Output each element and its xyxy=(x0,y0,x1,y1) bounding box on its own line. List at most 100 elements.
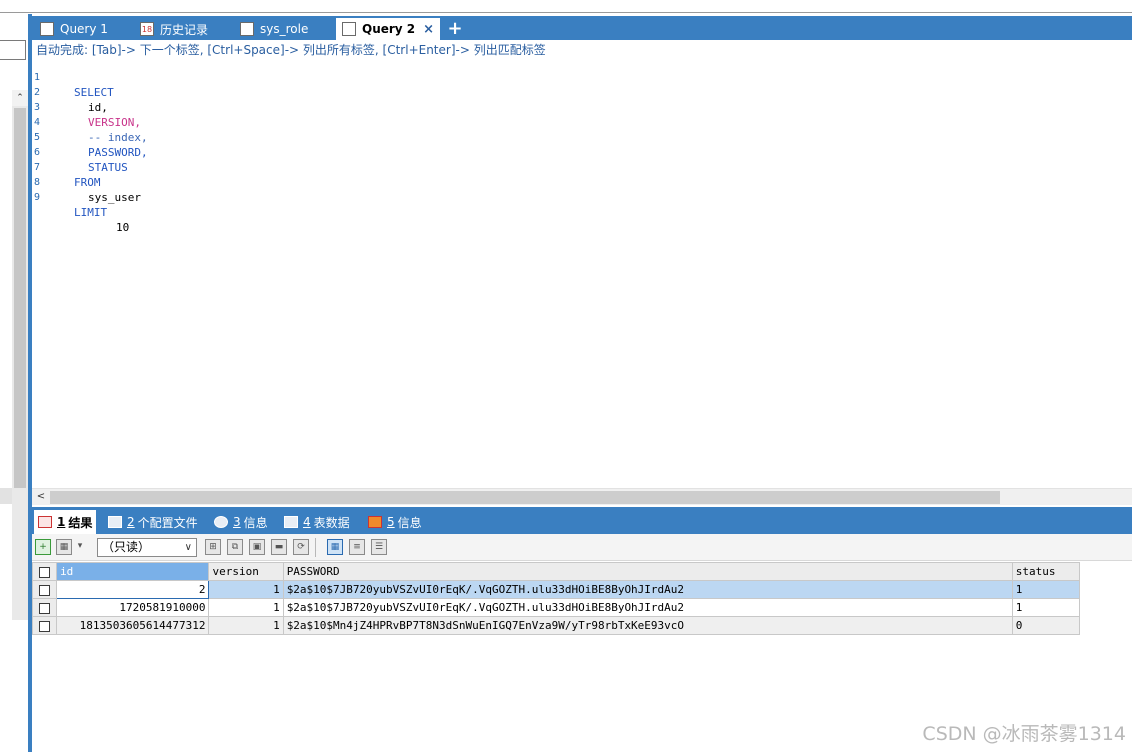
column-header-version[interactable]: version xyxy=(208,562,284,581)
cell-version[interactable]: 1 xyxy=(208,580,284,599)
code-line: 5 PASSWORD, xyxy=(32,115,148,159)
mode-select-value: （只读） xyxy=(102,540,151,554)
tab-query-2[interactable]: Query 2 × xyxy=(336,18,440,40)
code-line: 4 -- index, xyxy=(32,100,148,144)
chevron-down-icon[interactable]: ▾ xyxy=(74,539,86,555)
code-text: 10 xyxy=(116,221,130,234)
tab-number: 4 xyxy=(303,515,311,529)
duplicate-row-icon[interactable]: ⧉ xyxy=(227,539,243,555)
calendar-icon: 18 xyxy=(140,22,154,36)
top-divider xyxy=(0,12,1132,13)
code-line: 8 sys_user xyxy=(32,160,141,204)
tab-history[interactable]: 18 历史记录 xyxy=(134,18,234,40)
tab-info[interactable]: 3 信息 xyxy=(210,510,272,534)
text-view-icon[interactable]: ☰ xyxy=(371,539,387,555)
tab-number: 2 xyxy=(127,515,135,529)
add-row-icon[interactable]: + xyxy=(35,539,51,555)
cell-password[interactable]: $2a$10$Mn4jZ4HPRvBP7T8N3dSnWuEnIGQ7EnVza… xyxy=(282,616,1013,635)
tab-label: 历史记录 xyxy=(160,22,209,37)
tab-sys-role[interactable]: sys_role xyxy=(234,18,334,40)
editor-horizontal-scrollbar[interactable]: < xyxy=(32,488,1132,505)
tab-number: 1 xyxy=(57,515,66,529)
tab-info-2[interactable]: 5 信息 xyxy=(364,510,426,534)
grid-icon xyxy=(38,516,52,528)
mode-select[interactable]: （只读） ∨ xyxy=(97,538,197,557)
code-line: 1 SELECT xyxy=(32,55,114,99)
code-text: VERSION, xyxy=(88,116,141,129)
column-header-status[interactable]: status xyxy=(1011,562,1081,581)
cell-id[interactable]: 1720581910000 xyxy=(56,598,210,617)
select-all-checkbox[interactable] xyxy=(31,562,58,581)
insert-row-icon[interactable]: ⊞ xyxy=(205,539,221,555)
query-icon xyxy=(342,22,356,36)
object-filter-input[interactable] xyxy=(0,40,26,60)
result-toolbar: + ▦ ▾ （只读） ∨ ⊞ ⧉ ▣ ▬ ⟳ ▦ ≡ ☰ xyxy=(32,534,1132,561)
tab-results[interactable]: 1 结果 xyxy=(34,510,97,534)
left-scroll-thumb[interactable] xyxy=(14,108,26,488)
delete-icon[interactable]: ▬ xyxy=(271,539,287,555)
tab-label: Query 1 xyxy=(60,22,108,36)
code-text: PASSWORD, xyxy=(88,146,148,159)
watermark: CSDN @冰雨茶雾1314 xyxy=(922,723,1126,745)
left-panel-footer xyxy=(0,488,12,504)
tab-label: 信息 xyxy=(243,515,268,530)
cell-password[interactable]: $2a$10$7JB720yubVSZvUI0rEqK/.VqGOZTH.ulu… xyxy=(282,598,1013,617)
tab-query-1[interactable]: Query 1 xyxy=(34,18,134,40)
tab-label: 信息 xyxy=(397,515,422,530)
column-header-password[interactable]: PASSWORD xyxy=(282,562,1013,581)
grid-view-icon[interactable]: ▦ xyxy=(56,539,72,555)
tab-profile[interactable]: 2 个配置文件 xyxy=(104,510,202,534)
toolbar-separator xyxy=(315,538,316,557)
row-checkbox[interactable] xyxy=(31,616,58,635)
code-line: 6 STATUS xyxy=(32,130,128,174)
cell-status[interactable]: 0 xyxy=(1011,616,1081,635)
code-text: FROM xyxy=(74,176,101,189)
table-edit-icon xyxy=(240,22,254,36)
scroll-left-icon[interactable]: < xyxy=(34,490,48,504)
refresh-icon[interactable]: ⟳ xyxy=(293,539,309,555)
cell-password[interactable]: $2a$10$7JB720yubVSZvUI0rEqK/.VqGOZTH.ulu… xyxy=(282,580,1013,599)
horizontal-scroll-thumb[interactable] xyxy=(50,491,1000,504)
result-grid: id version PASSWORD status 2 1 $2a$10$7J… xyxy=(31,562,1081,635)
grid-header-row: id version PASSWORD status xyxy=(31,562,1081,581)
cell-id[interactable]: 1813503605614477312 xyxy=(56,616,210,635)
line-number: 9 xyxy=(34,192,41,203)
cell-id[interactable]: 2 xyxy=(56,580,210,599)
tab-label: 表数据 xyxy=(313,515,350,530)
cell-status[interactable]: 1 xyxy=(1011,580,1081,599)
cell-version[interactable]: 1 xyxy=(208,598,284,617)
grid-layout-icon[interactable]: ▦ xyxy=(327,539,343,555)
row-checkbox[interactable] xyxy=(31,580,58,599)
tab-table-data[interactable]: 4 表数据 xyxy=(280,510,354,534)
sql-editor[interactable]: 自动完成: [Tab]-> 下一个标签, [Ctrl+Space]-> 列出所有… xyxy=(32,40,1132,488)
autocomplete-hint: 自动完成: [Tab]-> 下一个标签, [Ctrl+Space]-> 列出所有… xyxy=(36,43,546,57)
scroll-up-icon[interactable]: ⌃ xyxy=(12,90,28,106)
row-checkbox[interactable] xyxy=(31,598,58,617)
tab-label: 结果 xyxy=(68,515,93,530)
table-row[interactable]: 1813503605614477312 1 $2a$10$Mn4jZ4HPRvB… xyxy=(31,616,1081,635)
code-line: 9 LIMIT 10 xyxy=(32,175,129,234)
form-view-icon[interactable]: ≡ xyxy=(349,539,365,555)
code-text: SELECT xyxy=(74,86,114,99)
result-tab-bar: 1 结果 2 个配置文件 3 信息 4 表数据 5 信息 xyxy=(32,507,1132,534)
tab-number: 5 xyxy=(387,515,395,529)
tab-number: 3 xyxy=(233,515,241,529)
code-text: sys_user xyxy=(88,191,141,204)
code-line: 2 id, xyxy=(32,70,108,114)
save-icon[interactable]: ▣ xyxy=(249,539,265,555)
code-text: STATUS xyxy=(88,161,128,174)
table-row[interactable]: 1720581910000 1 $2a$10$7JB720yubVSZvUI0r… xyxy=(31,598,1081,617)
table-icon xyxy=(284,516,298,528)
column-header-id[interactable]: id xyxy=(56,562,210,581)
code-text: id, xyxy=(88,101,108,114)
code-line: 7 FROM xyxy=(32,145,101,189)
close-icon[interactable]: × xyxy=(423,22,434,37)
new-tab-button[interactable]: + xyxy=(446,18,464,40)
table-row[interactable]: 2 1 $2a$10$7JB720yubVSZvUI0rEqK/.VqGOZTH… xyxy=(31,580,1081,599)
tab-label: sys_role xyxy=(260,22,309,36)
cell-status[interactable]: 1 xyxy=(1011,598,1081,617)
profile-icon xyxy=(108,516,122,528)
info-icon xyxy=(214,516,228,528)
cell-version[interactable]: 1 xyxy=(208,616,284,635)
code-line: 3 VERSION, xyxy=(32,85,141,129)
